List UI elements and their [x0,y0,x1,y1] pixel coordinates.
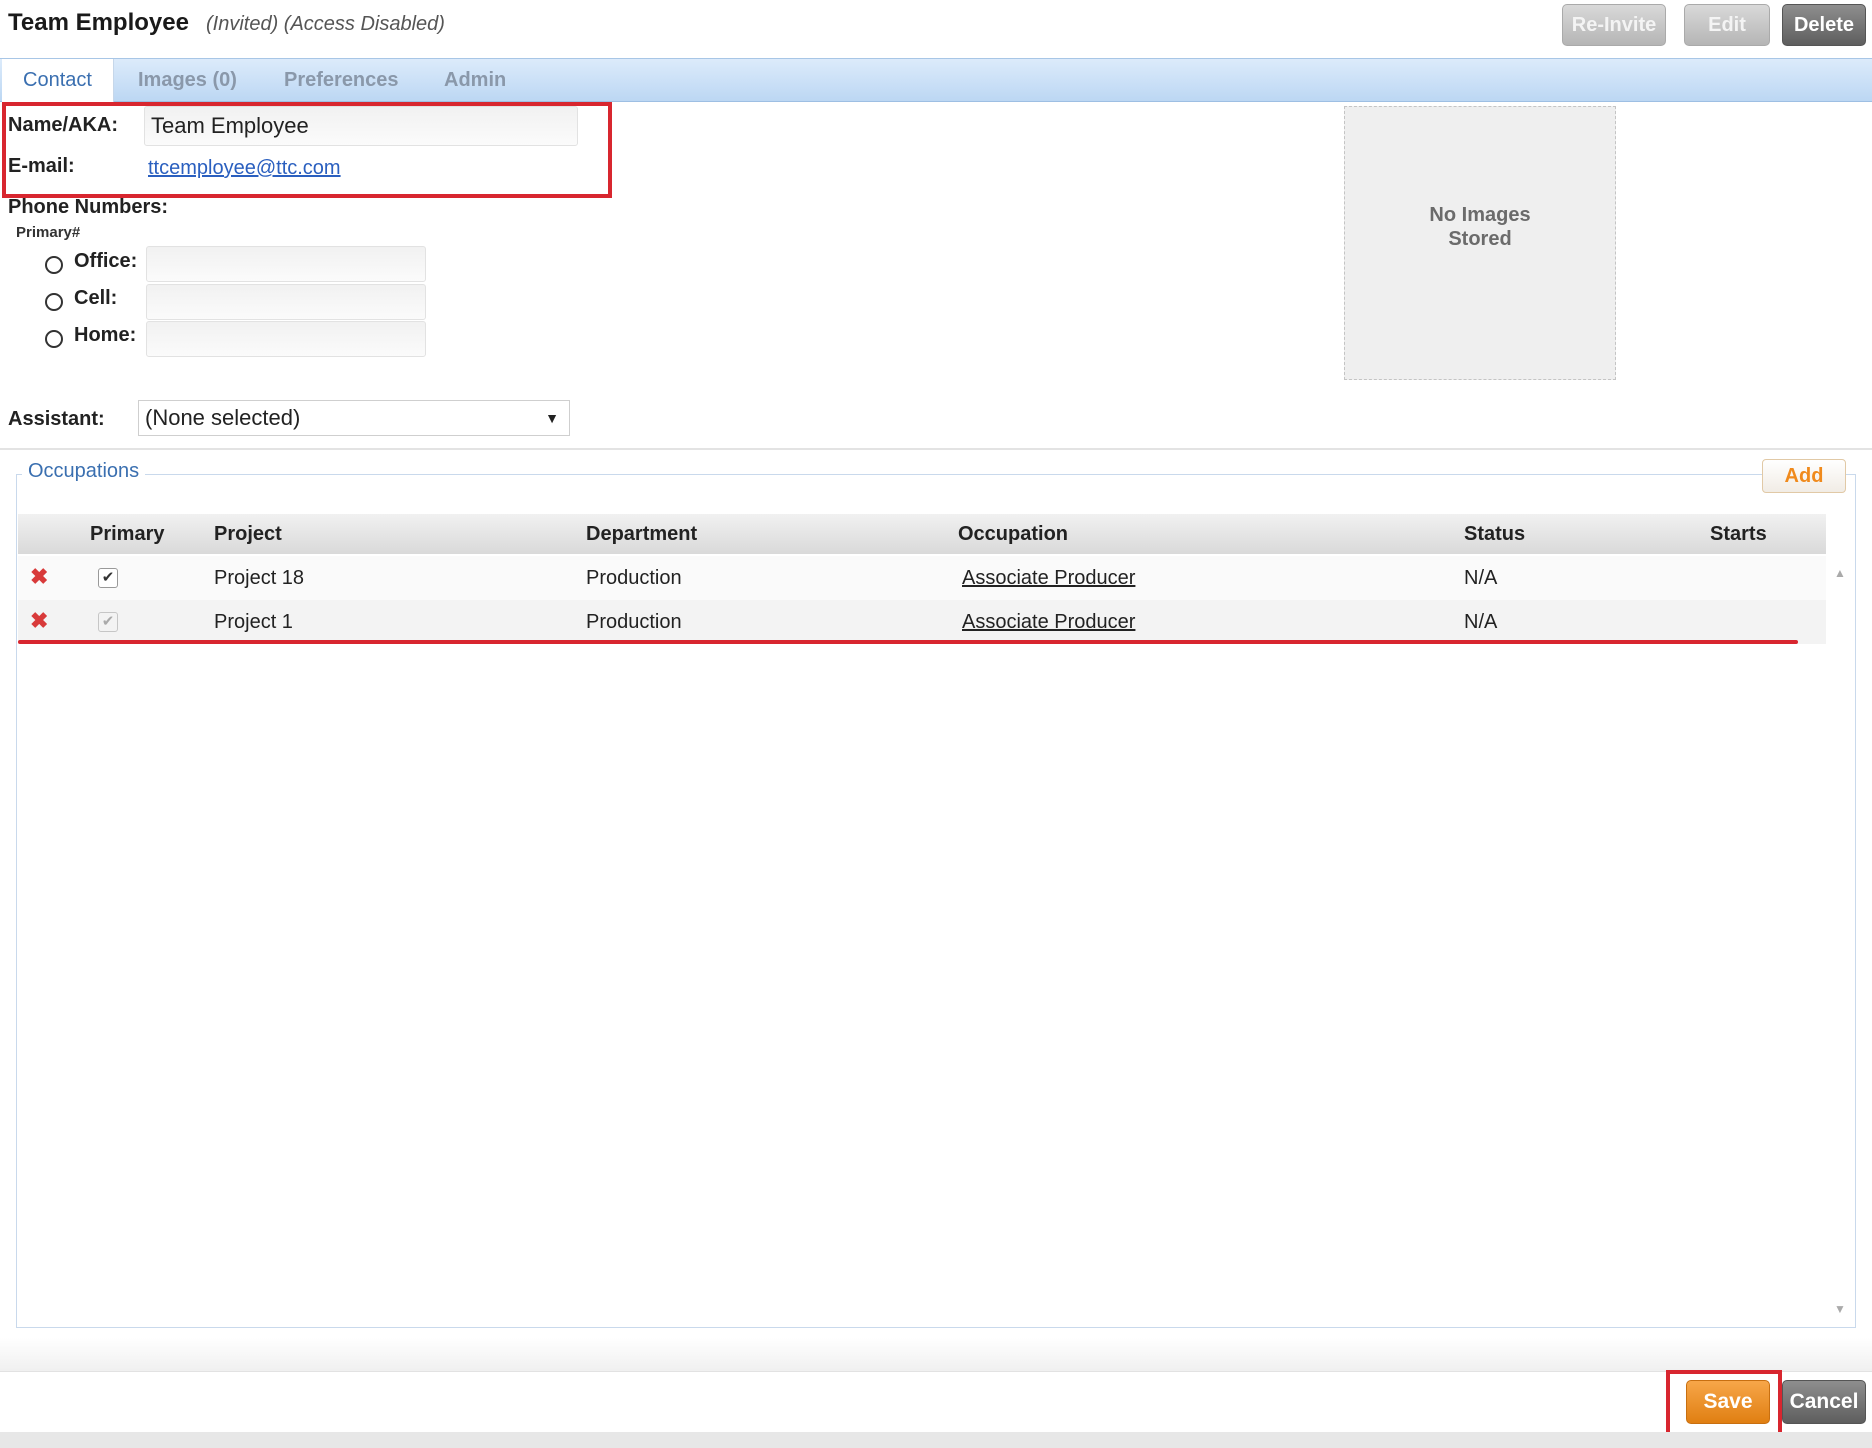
col-starts[interactable]: Starts [1710,514,1767,554]
tab-admin[interactable]: Admin [444,59,506,102]
phone-numbers-label: Phone Numbers: [8,196,169,218]
cell-primary-radio[interactable] [45,293,63,311]
scroll-down-icon[interactable]: ▼ [1834,1302,1846,1316]
cell-phone-field[interactable] [146,284,426,320]
cancel-button[interactable]: Cancel [1782,1380,1866,1424]
image-placeholder: No Images Stored [1344,106,1616,380]
reinvite-button[interactable]: Re-Invite [1562,4,1666,46]
highlight-box-contact [2,102,612,198]
divider [0,448,1872,450]
home-phone-field[interactable] [146,321,426,357]
table-row[interactable]: ✖ ✔ Project 1 Production Associate Produ… [18,600,1826,644]
cell-project: Project 18 [214,567,305,589]
delete-button[interactable]: Delete [1782,4,1866,46]
primary-label: Primary# [16,224,81,241]
employee-dialog: Team Employee (Invited) (Access Disabled… [0,0,1872,1448]
assistant-select[interactable]: (None selected) ▼ [138,400,570,436]
highlight-underline [18,640,1798,644]
col-project[interactable]: Project [214,514,282,554]
no-images-line2: Stored [1448,228,1512,250]
col-primary[interactable]: Primary [90,514,165,554]
occupations-legend: Occupations [22,460,146,483]
highlight-box-save [1666,1370,1782,1436]
bottom-strip [0,1432,1872,1448]
page-title: Team Employee [8,9,189,36]
col-occupation[interactable]: Occupation [958,514,1068,554]
cell-status: N/A [1464,567,1498,589]
office-phone-field[interactable] [146,246,426,282]
cell-department: Production [586,567,682,589]
tab-preferences[interactable]: Preferences [284,59,399,102]
add-occupation-button[interactable]: Add [1762,459,1846,493]
home-primary-radio[interactable] [45,330,63,348]
footer-bar [0,1338,1872,1372]
cell-project: Project 1 [214,611,293,633]
table-row[interactable]: ✖ ✔ Project 18 Production Associate Prod… [18,556,1826,600]
home-label: Home: [74,324,137,346]
assistant-label: Assistant: [8,408,105,430]
primary-checkbox[interactable]: ✔ [98,612,118,632]
tab-contact[interactable]: Contact [2,59,114,102]
col-status[interactable]: Status [1464,514,1525,554]
cell-occupation-link[interactable]: Associate Producer [962,600,1135,644]
occupations-table-header: Primary Project Department Occupation St… [18,514,1826,554]
office-label: Office: [74,250,138,272]
cell-status: N/A [1464,611,1498,633]
tab-bar: Contact Images (0) Preferences Admin [0,58,1872,102]
chevron-down-icon: ▼ [545,410,559,426]
primary-checkbox[interactable]: ✔ [98,568,118,588]
tab-images[interactable]: Images (0) [138,59,237,102]
cell-occupation-link[interactable]: Associate Producer [962,556,1135,600]
edit-button[interactable]: Edit [1684,4,1770,46]
assistant-select-value: (None selected) [145,405,301,430]
cell-label: Cell: [74,287,118,309]
delete-row-icon[interactable]: ✖ [30,608,48,634]
col-department[interactable]: Department [586,514,697,554]
no-images-line1: No Images [1429,204,1531,226]
dialog-header: Team Employee (Invited) (Access Disabled… [0,0,1872,56]
delete-row-icon[interactable]: ✖ [30,564,48,590]
office-primary-radio[interactable] [45,256,63,274]
scroll-up-icon[interactable]: ▲ [1834,566,1846,580]
status-text: (Invited) (Access Disabled) [206,13,445,35]
cell-department: Production [586,611,682,633]
